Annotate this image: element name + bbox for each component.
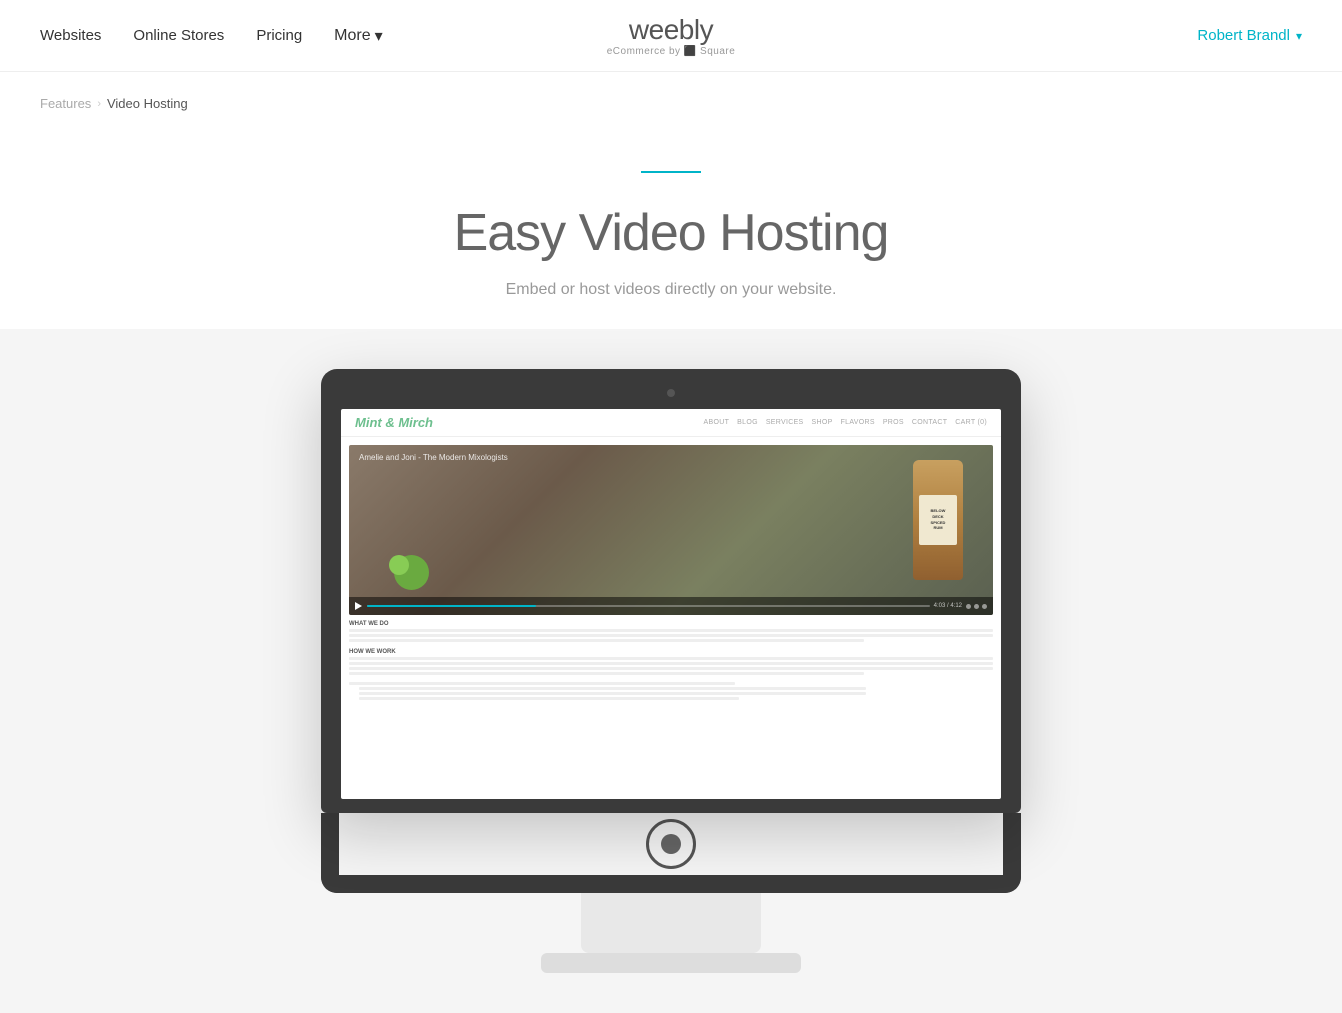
nav-more-label: More (334, 27, 370, 45)
screen-nav-cart: CART (0) (955, 419, 987, 426)
monitor-top-bar (341, 389, 1001, 409)
brand-sub: eCommerce by ⬛ Square (607, 46, 736, 57)
lime-garnish (389, 550, 434, 590)
rum-bottle: BELOW DECK SPICED RUM (913, 460, 963, 580)
monitor-wrapper: Mint & Mirch ABOUT BLOG SERVICES SHOP FL… (321, 369, 1021, 813)
nav-more-chevron: ▾ (375, 26, 383, 46)
screen-text-line-5 (349, 662, 993, 665)
screen-nav-contact: CONTACT (912, 419, 947, 426)
monitor-body: Mint & Mirch ABOUT BLOG SERVICES SHOP FL… (321, 369, 1021, 813)
video-title: Amelie and Joni - The Modern Mixologists (359, 453, 508, 462)
navbar: Websites Online Stores Pricing More ▾ we… (0, 0, 1342, 72)
hero-title: Easy Video Hosting (20, 203, 1322, 263)
screen-text-line-8 (349, 682, 735, 685)
video-icon-1 (966, 604, 971, 609)
monitor-lower-body (321, 813, 1021, 893)
nav-pricing[interactable]: Pricing (256, 27, 302, 44)
screen-nav-services: SERVICES (766, 419, 804, 426)
video-controls: 4:03 / 4:12 (349, 597, 993, 615)
breadcrumb-separator: › (97, 98, 101, 110)
rum-label-text-4: RUM (933, 526, 942, 531)
user-name: Robert Brandl (1197, 27, 1290, 44)
screen-list-1 (359, 687, 866, 690)
brand-name: weebly (607, 14, 736, 46)
hero-subtitle: Embed or host videos directly on your we… (20, 281, 1322, 299)
monitor-camera (667, 389, 675, 397)
screen-nav-blog: BLOG (737, 419, 758, 426)
nav-online-stores[interactable]: Online Stores (133, 27, 224, 44)
screen-video: Amelie and Joni - The Modern Mixologists… (349, 445, 993, 615)
user-chevron: ▾ (1296, 29, 1302, 43)
nav-websites[interactable]: Websites (40, 27, 101, 44)
video-progress-fill (367, 605, 536, 607)
screen-navbar: Mint & Mirch ABOUT BLOG SERVICES SHOP FL… (341, 409, 1001, 437)
nav-more-dropdown[interactable]: More ▾ (334, 26, 382, 46)
rum-label-text-1: BELOW (931, 509, 946, 514)
screen-nav-shop: SHOP (812, 419, 833, 426)
hero-section: Easy Video Hosting Embed or host videos … (0, 111, 1342, 329)
screen-text-line-1 (349, 629, 993, 632)
screen-nav-pros: PROS (883, 419, 904, 426)
rum-label: BELOW DECK SPICED RUM (919, 495, 957, 545)
screen-text-content: WHAT WE DO HOW WE WORK (341, 615, 1001, 708)
monitor-stand-neck (581, 893, 761, 953)
screen-section-1-title: WHAT WE DO (349, 621, 993, 627)
screen-list-2 (359, 692, 866, 695)
screen-section-2-title: HOW WE WORK (349, 649, 993, 655)
monitor-stand-base (541, 953, 801, 973)
monitor-power-button (646, 819, 696, 869)
monitor-bottom-bar (341, 799, 1001, 813)
screen-text-line-3 (349, 639, 864, 642)
screen-nav-flavors: FLAVORS (841, 419, 875, 426)
video-play-icon (355, 602, 363, 610)
nav-links-left: Websites Online Stores Pricing More ▾ (40, 26, 383, 46)
monitor-illustration: Mint & Mirch ABOUT BLOG SERVICES SHOP FL… (0, 329, 1342, 813)
video-icon-3 (982, 604, 987, 609)
video-icon-group (966, 604, 987, 609)
video-progress-bar (367, 605, 930, 607)
screen-nav-about: ABOUT (704, 419, 730, 426)
screen-text-line-7 (349, 672, 864, 675)
breadcrumb: Features › Video Hosting (0, 72, 1342, 111)
monitor-button-inner (661, 834, 681, 854)
breadcrumb-parent[interactable]: Features (40, 96, 91, 111)
screen-text-line-4 (349, 657, 993, 660)
screen-text-line-2 (349, 634, 993, 637)
rum-label-text-2: DECK (932, 515, 943, 520)
page-lower (0, 813, 1342, 1013)
screen-nav-links: ABOUT BLOG SERVICES SHOP FLAVORS PROS CO… (704, 419, 987, 426)
brand-logo[interactable]: weebly eCommerce by ⬛ Square (607, 14, 736, 57)
video-time: 4:03 / 4:12 (934, 603, 962, 609)
lime-slice (389, 555, 409, 575)
video-icon-2 (974, 604, 979, 609)
screen-text-line-6 (349, 667, 993, 670)
breadcrumb-current: Video Hosting (107, 96, 188, 111)
screen-list-3 (359, 697, 739, 700)
monitor-screen: Mint & Mirch ABOUT BLOG SERVICES SHOP FL… (341, 409, 1001, 799)
screen-logo: Mint & Mirch (355, 415, 433, 430)
user-menu[interactable]: Robert Brandl ▾ (1197, 27, 1302, 44)
